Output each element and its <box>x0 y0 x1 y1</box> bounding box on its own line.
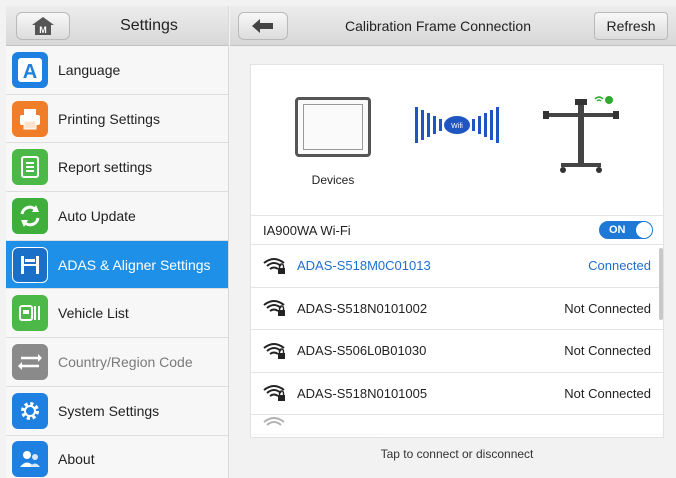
toggle-knob <box>636 222 652 238</box>
sidebar-item-vehicle-list[interactable]: Vehicle List <box>6 289 228 339</box>
svg-text:A: A <box>23 61 37 83</box>
sidebar-item-language[interactable]: A Language <box>6 46 228 95</box>
sidebar-item-printing-settings[interactable]: Printing Settings <box>6 94 228 144</box>
region-icon <box>12 343 48 380</box>
sidebar-title: Settings <box>120 17 178 34</box>
wifi-badge-text: Wifi <box>451 123 463 130</box>
network-row[interactable]: ADAS-S518M0C01013 Connected <box>251 245 663 288</box>
wifi-name-label: IA900WA Wi-Fi <box>263 222 351 238</box>
sidebar-item-report-settings[interactable]: Report settings <box>6 143 228 193</box>
network-name: ADAS-S506L0B01030 <box>297 343 427 359</box>
sidebar-item-auto-update[interactable]: Auto Update <box>6 192 228 241</box>
adas-icon <box>12 246 48 283</box>
network-status: Not Connected <box>564 385 651 401</box>
network-name: ADAS-S518N0101002 <box>297 300 428 316</box>
sidebar-item-label: About <box>58 451 95 468</box>
connection-diagram: Devices Wifi <box>251 65 663 216</box>
sidebar-item-label: Language <box>58 61 121 78</box>
wifi-toggle-row: IA900WA Wi-Fi ON <box>251 216 663 245</box>
sidebar-header: M Settings <box>6 6 228 46</box>
settings-sidebar: M Settings A Language Printing Settings … <box>6 6 229 478</box>
vehicle-list-icon <box>12 295 48 332</box>
wifi-lock-icon <box>263 300 285 317</box>
network-name: ADAS-S518N0101005 <box>297 385 428 401</box>
calibration-frame-panel: Calibration Frame Connection Refresh Dev… <box>230 6 676 478</box>
home-icon: M <box>32 17 54 35</box>
wifi-lock-icon <box>263 385 285 402</box>
sidebar-item-label: Country/Region Code <box>58 353 193 370</box>
back-button[interactable] <box>238 12 288 40</box>
page-title: Calibration Frame Connection <box>345 18 531 34</box>
hint-text: Tap to connect or disconnect <box>380 447 534 461</box>
network-status: Not Connected <box>564 300 651 316</box>
sidebar-item-label: Report settings <box>58 159 153 176</box>
sidebar-item-label: Printing Settings <box>58 110 160 127</box>
wifi-signal-icon: Wifi <box>415 107 499 143</box>
network-row-partial[interactable] <box>251 415 663 435</box>
settings-menu: A Language Printing Settings Report sett… <box>6 46 228 478</box>
content-header: Calibration Frame Connection Refresh <box>230 6 676 46</box>
printer-icon <box>12 100 48 137</box>
network-name: ADAS-S518M0C01013 <box>297 258 431 274</box>
sidebar-item-label: Auto Update <box>58 207 136 224</box>
sidebar-item-adas-aligner-settings[interactable]: ADAS & Aligner Settings <box>6 240 228 290</box>
about-icon <box>12 441 48 478</box>
list-scrollbar[interactable] <box>659 248 663 320</box>
update-icon <box>12 197 48 234</box>
refresh-button[interactable]: Refresh <box>594 12 668 40</box>
sidebar-item-about[interactable]: About <box>6 435 228 478</box>
connection-card: Devices Wifi IA900WA Wi-Fi ON ADAS-S518M… <box>250 64 664 438</box>
network-list: ADAS-S518M0C01013 Connected ADAS-S518N01… <box>251 245 663 435</box>
toggle-label: ON <box>609 224 626 236</box>
language-icon: A <box>12 51 48 88</box>
network-status: Connected <box>588 258 651 274</box>
back-arrow-icon <box>252 19 273 33</box>
sidebar-item-label: System Settings <box>58 402 160 419</box>
gear-icon <box>12 392 48 429</box>
sidebar-item-country-region-code[interactable]: Country/Region Code <box>6 338 228 387</box>
sidebar-item-system-settings[interactable]: System Settings <box>6 386 228 436</box>
sidebar-item-label: Vehicle List <box>58 305 129 322</box>
wifi-lock-icon <box>263 342 285 359</box>
sidebar-item-label: ADAS & Aligner Settings <box>58 256 211 273</box>
network-status: Not Connected <box>564 343 651 359</box>
tablet-device-icon <box>295 97 371 157</box>
network-row[interactable]: ADAS-S518N0101002 Not Connected <box>251 288 663 330</box>
home-button[interactable]: M <box>16 12 70 40</box>
devices-label: Devices <box>311 173 355 187</box>
wifi-toggle[interactable]: ON <box>599 221 653 239</box>
report-icon <box>12 149 48 186</box>
network-row[interactable]: ADAS-S506L0B01030 Not Connected <box>251 330 663 373</box>
wifi-lock-icon <box>263 417 285 426</box>
network-row[interactable]: ADAS-S518N0101005 Not Connected <box>251 373 663 415</box>
wifi-lock-icon <box>263 257 285 274</box>
calibration-frame-icon <box>543 96 619 173</box>
